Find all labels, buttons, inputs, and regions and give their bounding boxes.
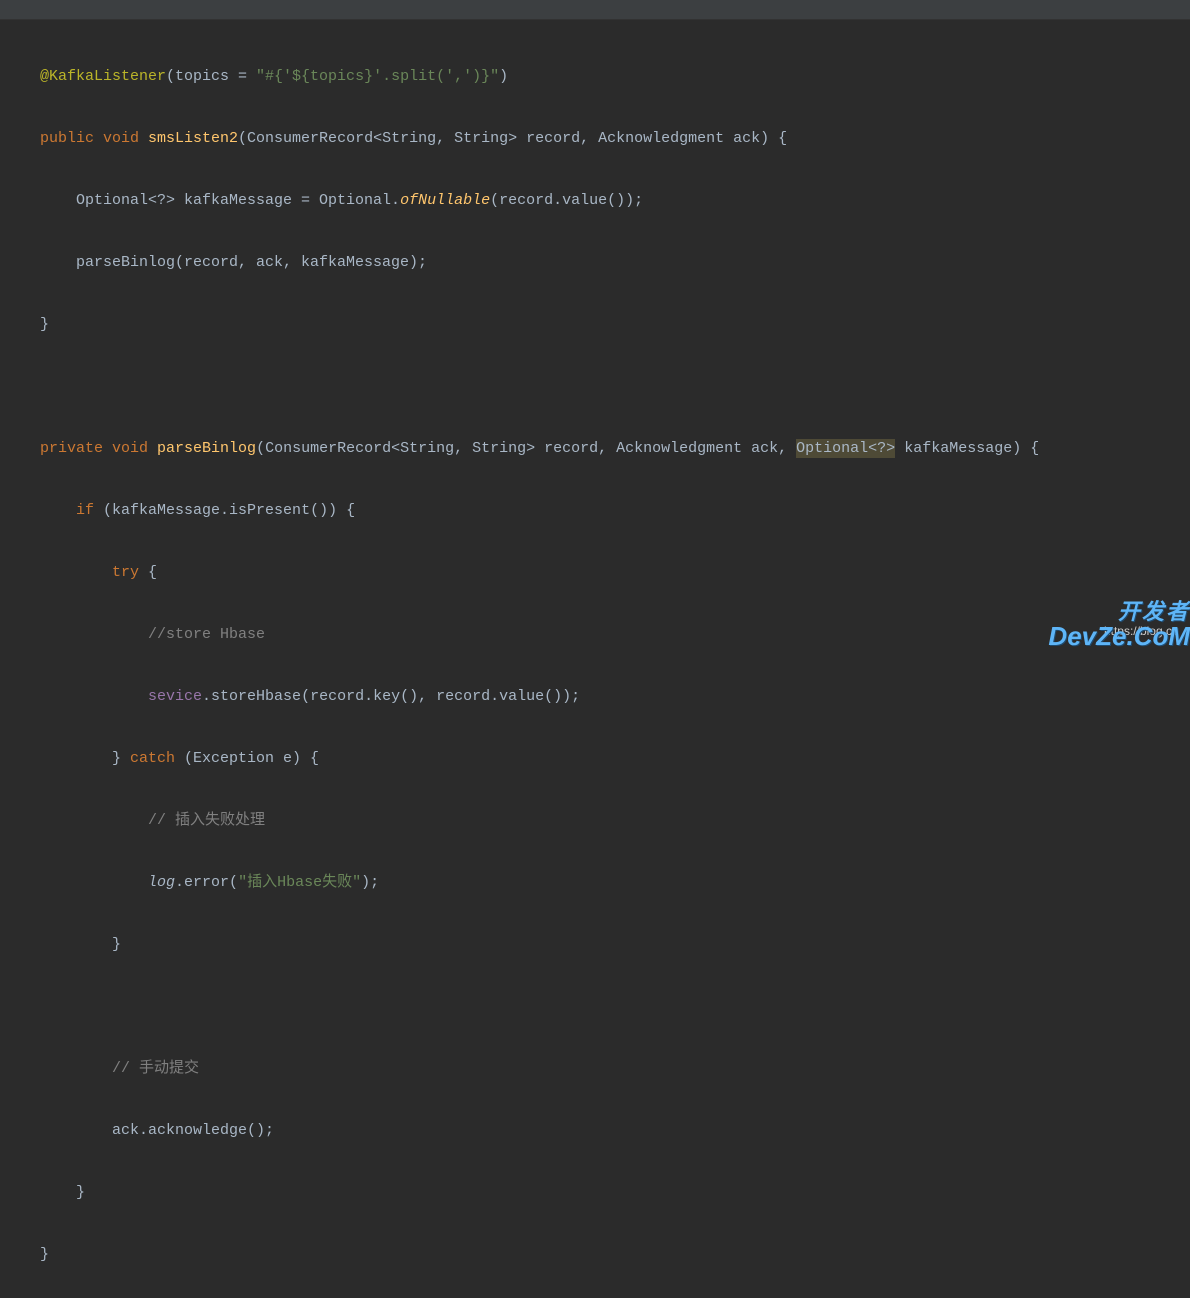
code-line — [40, 991, 1190, 1022]
code-line: // 手动提交 — [40, 1053, 1190, 1084]
code-line: parseBinlog(record, ack, kafkaMessage); — [40, 247, 1190, 278]
code-line: ack.acknowledge(); — [40, 1115, 1190, 1146]
code-line: } — [40, 1177, 1190, 1208]
code-line: Optional<?> kafkaMessage = Optional.ofNu… — [40, 185, 1190, 216]
code-line: try { — [40, 557, 1190, 588]
method-name: smsListen2 — [148, 130, 238, 147]
code-line: } — [40, 309, 1190, 340]
code-line: //store Hbase — [40, 619, 1190, 650]
code-line: private void parseBinlog(ConsumerRecord<… — [40, 433, 1190, 464]
code-line: public void smsListen2(ConsumerRecord<St… — [40, 123, 1190, 154]
code-line: // 插入失败处理 — [40, 805, 1190, 836]
editor-top-bar — [0, 0, 1190, 20]
code-line: @KafkaListener(topics = "#{'${topics}'.s… — [40, 61, 1190, 92]
code-line: log.error("插入Hbase失败"); — [40, 867, 1190, 898]
comment: // 手动提交 — [112, 1060, 199, 1077]
logo-chinese: 开发者 — [1048, 601, 1190, 623]
code-line: if (kafkaMessage.isPresent()) { — [40, 495, 1190, 526]
annotation: @KafkaListener — [40, 68, 166, 85]
comment: //store Hbase — [148, 626, 265, 643]
code-line: } — [40, 929, 1190, 960]
code-line: } catch (Exception e) { — [40, 743, 1190, 774]
code-line: sevice.storeHbase(record.key(), record.v… — [40, 681, 1190, 712]
method-name: parseBinlog — [157, 440, 256, 457]
code-editor[interactable]: @KafkaListener(topics = "#{'${topics}'.s… — [0, 20, 1190, 1298]
code-line: } — [40, 1239, 1190, 1270]
highlighted-text: Optional<?> — [796, 439, 895, 458]
logo-english: DevZe.CoM — [1048, 623, 1190, 649]
comment: // 插入失败处理 — [148, 812, 265, 829]
site-logo: 开发者 DevZe.CoM — [1048, 601, 1190, 649]
code-line — [40, 371, 1190, 402]
